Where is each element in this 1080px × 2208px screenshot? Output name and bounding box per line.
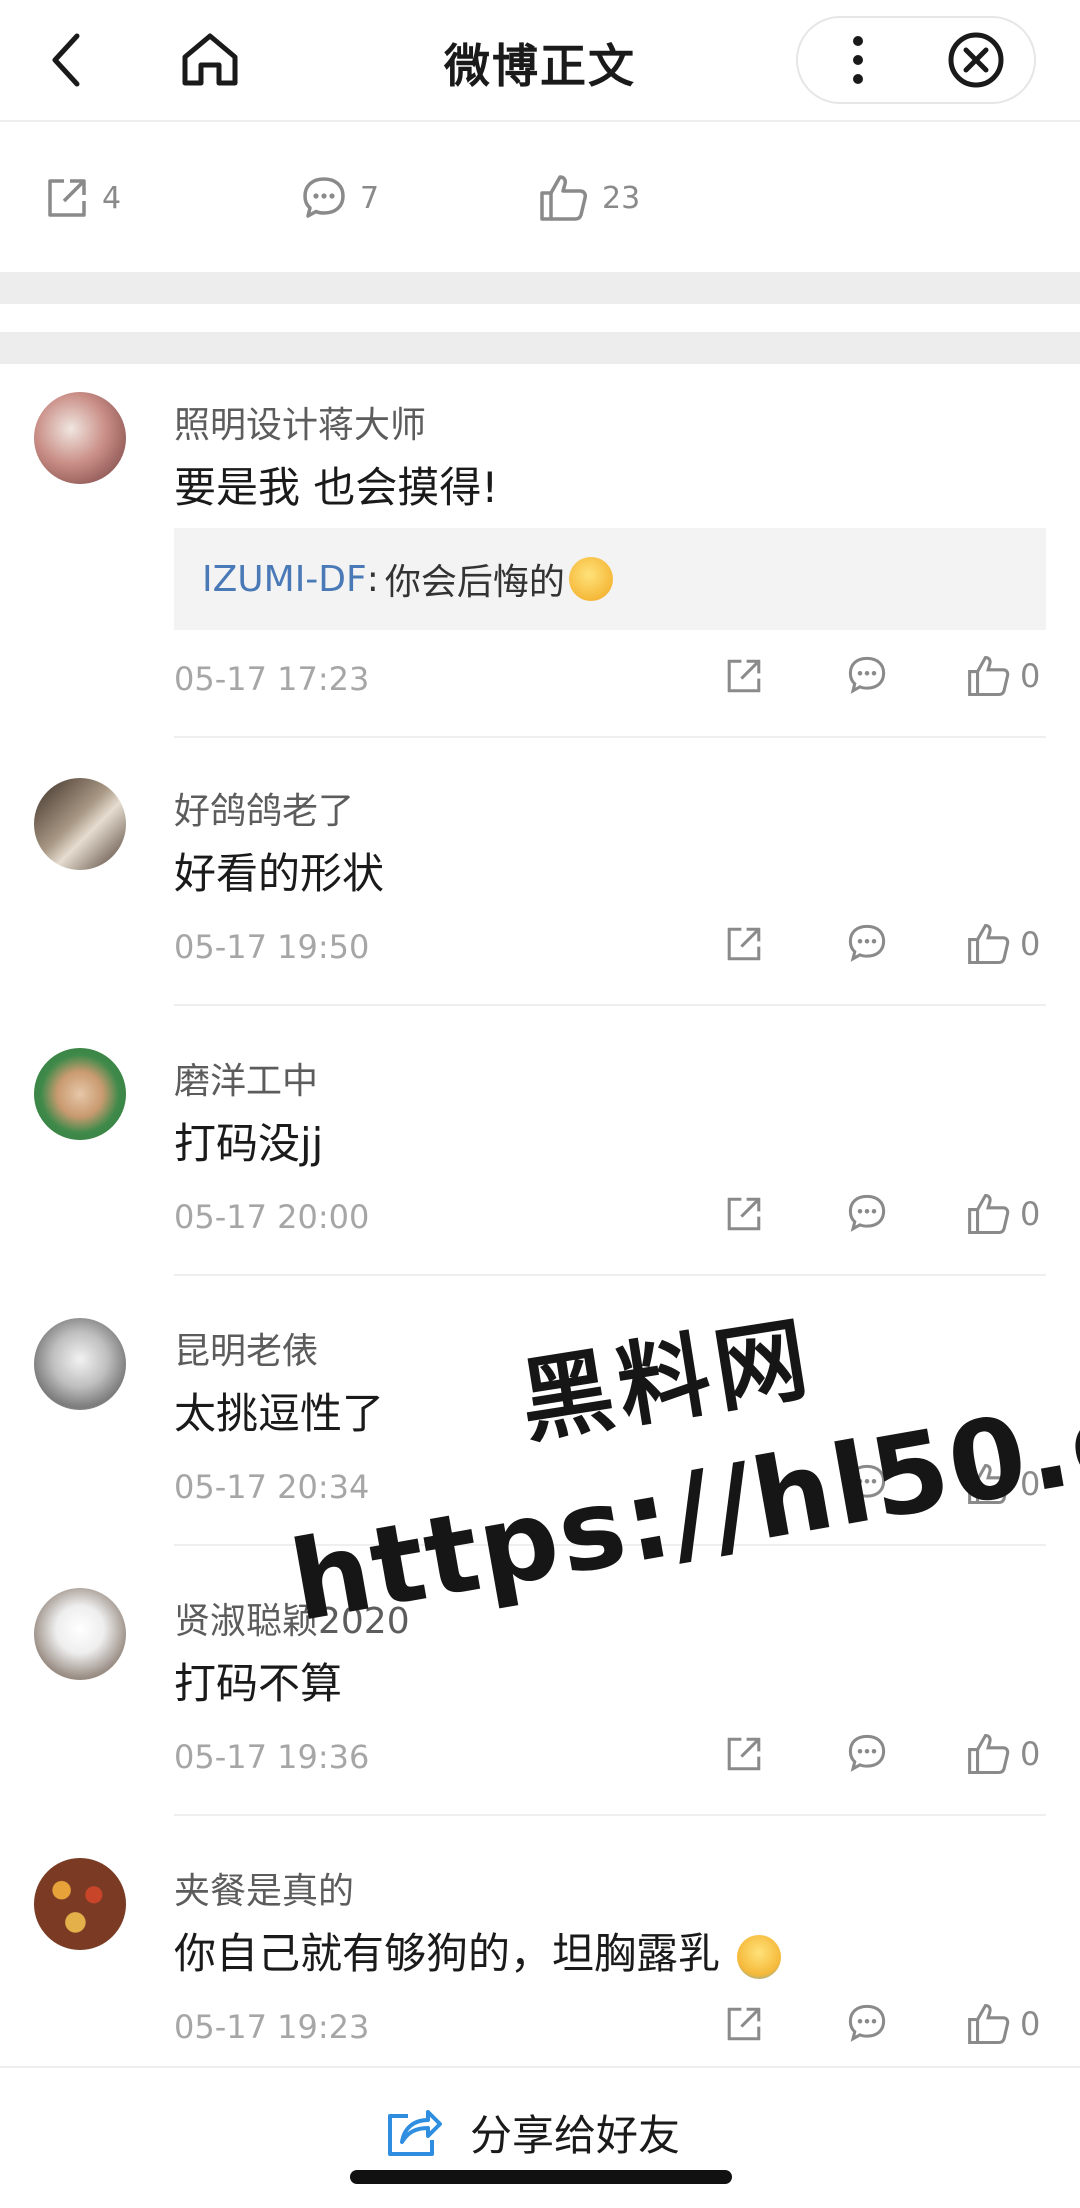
comment-username[interactable]: 夹餐是真的 [174, 1862, 354, 1914]
divider [174, 1814, 1046, 1816]
comment-icon [848, 1734, 886, 1772]
share-icon [727, 2007, 761, 2041]
comment-like-count: 0 [1020, 925, 1041, 963]
share-icon [727, 659, 761, 693]
comment-time: 05-17 20:00 [174, 1198, 370, 1236]
comment-reply-button[interactable] [846, 922, 888, 964]
comment-share-button[interactable] [724, 1734, 764, 1774]
comment-item: 夹餐是真的 你自己就有够狗的，坦胸露乳 05-17 19:23 0 [0, 1858, 1080, 2068]
comment-text: 好看的形状 [174, 849, 385, 898]
avatar[interactable] [34, 392, 126, 484]
share-to-friends-button[interactable]: 分享给好友 [384, 2096, 680, 2168]
comment-share-button[interactable] [724, 2004, 764, 2044]
comment-text: 你自己就有够狗的，坦胸露乳 [174, 1920, 782, 1981]
avatar[interactable] [34, 778, 126, 870]
thumbs-up-icon [968, 923, 1010, 965]
comment-item: 磨洋工中 打码没jj 05-17 20:00 0 [0, 1048, 1080, 1276]
drooling-emoji-icon [568, 557, 613, 601]
thumbs-up-icon [968, 655, 1010, 697]
home-indicator [350, 2170, 732, 2184]
repost-button[interactable]: 4 [44, 168, 121, 228]
divider [174, 1274, 1046, 1276]
comment-like-button[interactable]: 0 [966, 2002, 1040, 2046]
share-icon [727, 927, 761, 961]
top-navigation-bar: 微博正文 [0, 0, 1080, 122]
bottom-share-bar: 分享给好友 [0, 2066, 1080, 2208]
section-gap [0, 332, 1080, 364]
comment-time: 05-17 19:23 [174, 2008, 370, 2046]
laughing-tears-emoji-icon [737, 1934, 782, 1979]
close-button[interactable] [934, 18, 1018, 102]
more-button[interactable] [818, 18, 898, 102]
comment-item: 照明设计蒋大师 要是我 也会摸得! IZUMI-DF : 你会后悔的 05-17… [0, 392, 1080, 738]
share-icon [388, 2110, 442, 2156]
post-action-bar: 4 7 23 [0, 124, 1080, 272]
thumbs-up-icon [540, 175, 587, 221]
reply-text: 你会后悔的 [384, 562, 565, 603]
comment-text: 太挑逗性了 [174, 1389, 385, 1438]
reply-username[interactable]: IZUMI-DF [202, 559, 367, 600]
divider [174, 1004, 1046, 1006]
comment-like-button[interactable]: 0 [966, 654, 1040, 698]
comment-icon [848, 656, 886, 694]
reply-separator: : [366, 558, 379, 600]
avatar[interactable] [34, 1048, 126, 1140]
comment-like-count: 0 [1020, 1195, 1041, 1233]
comment-like-count: 0 [1020, 2005, 1041, 2043]
comment-icon [303, 177, 345, 218]
comment-time: 05-17 17:23 [174, 660, 370, 698]
avatar[interactable] [34, 1318, 126, 1410]
share-icon [727, 1737, 761, 1771]
comment-item: 贤淑聪颖2020 打码不算 05-17 19:36 0 [0, 1588, 1080, 1816]
comment-item: 好鸽鸽老了 好看的形状 05-17 19:50 0 [0, 778, 1080, 1006]
repost-icon [48, 179, 86, 217]
divider [174, 736, 1046, 738]
like-button[interactable]: 23 [538, 168, 640, 228]
mini-program-capsule [796, 16, 1036, 104]
comment-icon [848, 924, 886, 962]
more-icon [853, 36, 863, 84]
share-label: 分享给好友 [470, 2110, 681, 2160]
comment-like-count: 0 [1020, 1735, 1041, 1773]
comment-share-button[interactable] [724, 656, 764, 696]
comment-button[interactable]: 7 [300, 168, 379, 228]
comment-username[interactable]: 好鸽鸽老了 [174, 782, 354, 834]
comment-icon [848, 1194, 886, 1232]
comment-reply-button[interactable] [846, 1192, 888, 1234]
comment-share-button[interactable] [724, 924, 764, 964]
comment-username[interactable]: 照明设计蒋大师 [174, 396, 426, 448]
avatar[interactable] [34, 1858, 126, 1950]
comment-text-content: 你自己就有够狗的，坦胸露乳 [174, 1929, 721, 1978]
comment-text: 打码没jj [174, 1119, 324, 1168]
share-icon [727, 1197, 761, 1231]
avatar[interactable] [34, 1588, 126, 1680]
close-icon [948, 32, 1004, 88]
comment-share-button[interactable] [724, 1194, 764, 1234]
comment-like-count: 0 [1020, 657, 1041, 695]
thumbs-up-icon [968, 1733, 1010, 1775]
comment-username[interactable]: 昆明老俵 [174, 1322, 318, 1374]
comment-count: 7 [360, 180, 380, 216]
comment-like-button[interactable]: 0 [966, 922, 1040, 966]
comment-time: 05-17 20:34 [174, 1468, 370, 1506]
comment-icon [848, 2004, 886, 2042]
comment-reply-button[interactable] [846, 2002, 888, 2044]
comment-like-button[interactable]: 0 [966, 1192, 1040, 1236]
comment-reply-button[interactable] [846, 654, 888, 696]
repost-count: 4 [102, 180, 122, 216]
thumbs-up-icon [968, 2003, 1010, 2045]
comment-reply-button[interactable] [846, 1732, 888, 1774]
comment-text: 打码不算 [174, 1659, 343, 1708]
comment-time: 05-17 19:36 [174, 1738, 370, 1776]
comment-text: 要是我 也会摸得! [174, 463, 499, 512]
comment-username[interactable]: 磨洋工中 [174, 1052, 318, 1104]
section-gap [0, 272, 1080, 304]
comment-like-button[interactable]: 0 [966, 1732, 1040, 1776]
comment-time: 05-17 19:50 [174, 928, 370, 966]
reply-preview[interactable]: IZUMI-DF : 你会后悔的 [174, 528, 1046, 630]
like-count: 23 [602, 180, 641, 216]
thumbs-up-icon [968, 1193, 1010, 1235]
